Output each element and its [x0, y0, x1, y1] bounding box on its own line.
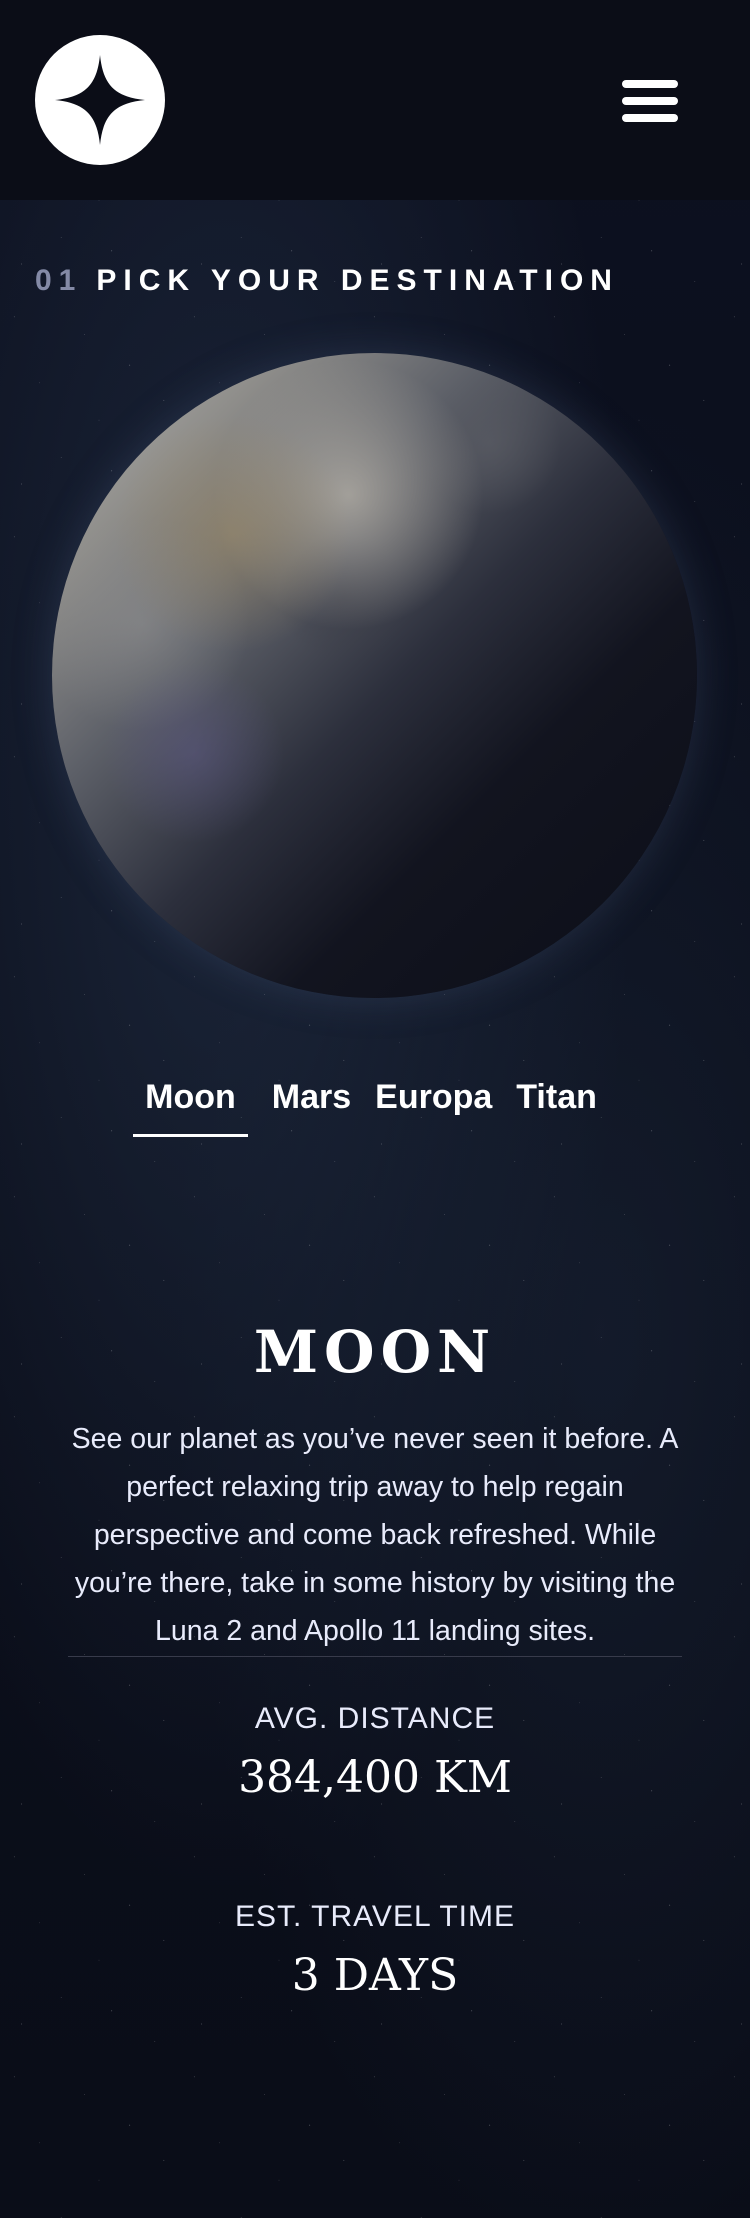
tab-mars[interactable]: Mars — [272, 1078, 351, 1137]
menu-bar — [622, 80, 678, 88]
menu-bar — [622, 97, 678, 105]
menu-bar — [622, 114, 678, 122]
travel-time-label: EST. TRAVEL TIME — [235, 1900, 515, 1933]
destination-tabs: Moon Mars Europa Titan — [0, 1078, 750, 1137]
divider — [68, 1656, 682, 1657]
avg-distance-value: 384,400 km — [238, 1752, 512, 1803]
moon-image — [52, 353, 697, 998]
avg-distance-label: AVG. DISTANCE — [254, 1702, 496, 1735]
page-title: 01 Pick your destination — [35, 264, 619, 298]
page-number: 01 — [35, 264, 83, 298]
destination-name: MOON — [253, 1318, 497, 1387]
destination-page: 01 Pick your destination Moon Mars Europa… — [0, 0, 750, 2218]
tab-moon[interactable]: Moon — [133, 1078, 248, 1137]
site-header — [0, 0, 750, 200]
travel-time-value: 3 days — [291, 1950, 459, 2001]
home-logo-link[interactable] — [35, 35, 165, 165]
hamburger-menu-icon[interactable] — [622, 80, 678, 122]
page-title-text: Pick your destination — [96, 264, 619, 298]
tab-titan[interactable]: Titan — [516, 1078, 597, 1137]
destination-description: See our planet as you’ve never seen it b… — [71, 1422, 679, 1647]
tab-europa[interactable]: Europa — [375, 1078, 492, 1137]
star-logo-icon — [55, 55, 145, 145]
